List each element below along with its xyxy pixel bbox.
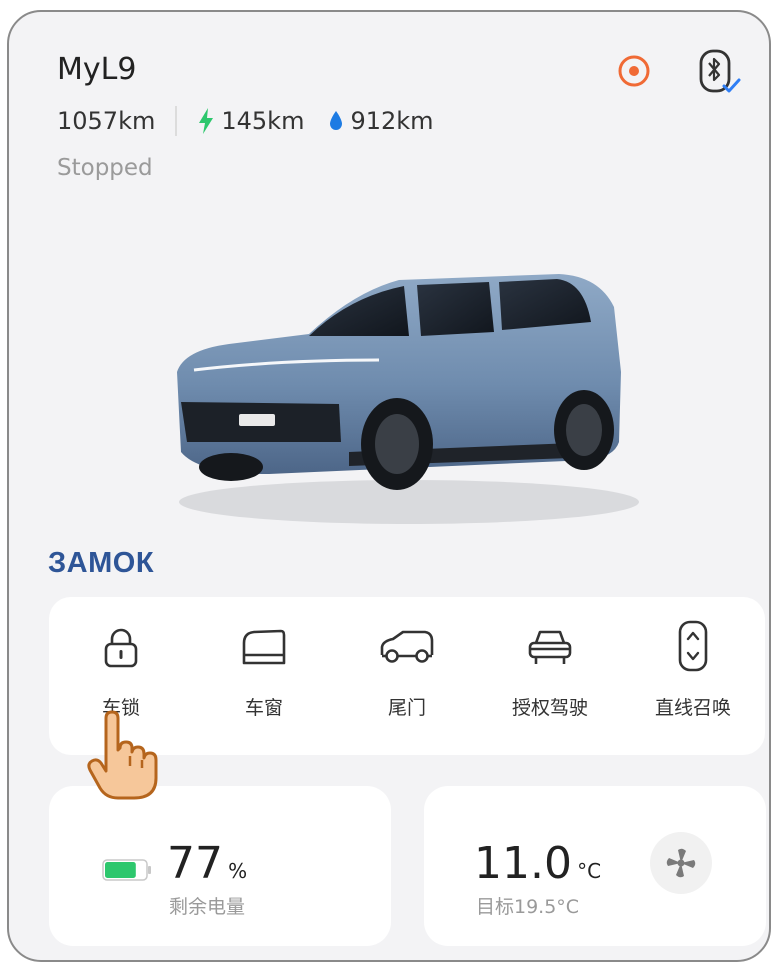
lightning-icon (199, 108, 214, 134)
climate-card[interactable]: 11.0 °C 目标19.5°C (424, 786, 766, 946)
fuel-drop-icon (330, 111, 343, 130)
authorized-driving-icon (528, 630, 572, 664)
lock-icon (104, 628, 138, 668)
fuel-range-value: 912km (350, 107, 434, 135)
fan-icon (666, 848, 696, 878)
temperature-unit: °C (577, 859, 602, 883)
tailgate-icon (380, 630, 434, 663)
control-authorized-driving-label: 授权驾驶 (511, 697, 588, 719)
control-tailgate-label: 尾门 (387, 697, 426, 719)
battery-card[interactable]: 77 % 剩余电量 (49, 786, 391, 946)
vehicle-name: MyL9 (57, 52, 137, 87)
control-tailgate[interactable]: 尾门 (337, 597, 477, 755)
car-image (177, 274, 639, 524)
straight-summon-icon (678, 620, 708, 672)
electric-range-value: 145km (221, 107, 305, 135)
battery-level: 77 % (167, 838, 247, 889)
temperature-value: 11.0 (474, 838, 572, 889)
vehicle-status: Stopped (57, 155, 153, 181)
range-divider (175, 106, 178, 136)
battery-icon (102, 859, 151, 881)
vehicle-card: MyL9 1057km 145km 912km Stopped 车锁 车窗 尾门… (7, 10, 771, 962)
control-straight-summon-label: 直线召唤 (654, 697, 731, 719)
range-summary: 1057km 145km 912km (57, 106, 434, 136)
location-target-icon[interactable] (617, 54, 651, 92)
pointer-hand-icon (87, 710, 158, 800)
annotation-label: ЗАМОК (48, 547, 155, 579)
battery-label: 剩余电量 (169, 896, 246, 918)
fan-button[interactable] (650, 832, 712, 894)
bluetooth-key-icon[interactable] (698, 48, 744, 102)
battery-unit: % (228, 859, 248, 883)
cabin-temperature: 11.0 °C (474, 838, 601, 889)
control-window-label: 车窗 (244, 697, 283, 719)
fuel-range: 912km (328, 107, 434, 135)
electric-range: 145km (197, 107, 304, 135)
battery-value: 77 (167, 838, 223, 889)
total-range: 1057km (57, 107, 156, 135)
control-straight-summon[interactable]: 直线召唤 (623, 597, 763, 755)
target-temperature: 目标19.5°C (476, 896, 580, 918)
control-window[interactable]: 车窗 (194, 597, 334, 755)
window-icon (242, 629, 286, 665)
control-authorized-driving[interactable]: 授权驾驶 (480, 597, 620, 755)
